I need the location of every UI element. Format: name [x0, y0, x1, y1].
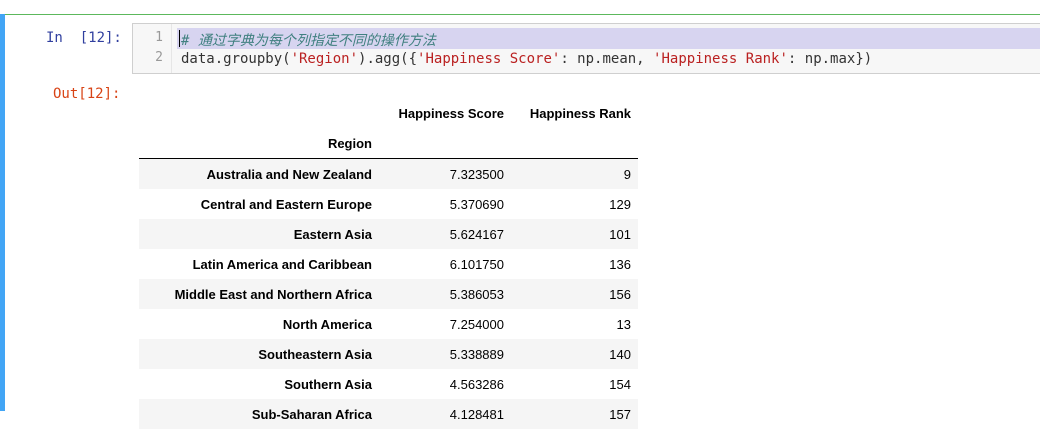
- table-row: Middle East and Northern Africa 5.386053…: [139, 279, 638, 309]
- line-number-gutter: 1 2: [133, 24, 172, 73]
- happiness-score-cell: 7.323500: [449, 166, 504, 182]
- code-text: data.groupby(: [181, 51, 291, 67]
- table-row: North America 7.254000 13: [139, 309, 638, 339]
- code-text: : np.max}): [787, 51, 873, 67]
- happiness-score-cell: 5.386053: [449, 286, 504, 302]
- code-text: ).agg({: [358, 51, 418, 67]
- text-cursor: [179, 30, 180, 47]
- happiness-score-cell: 4.128481: [449, 406, 504, 422]
- table-row: Southern Asia 4.563286 154: [139, 369, 638, 399]
- happiness-rank-cell: 129: [609, 196, 631, 212]
- happiness-rank-cell: 136: [609, 256, 631, 272]
- row-index: Central and Eastern Europe: [200, 196, 372, 212]
- row-index: Australia and New Zealand: [206, 166, 372, 182]
- row-index: Latin America and Caribbean: [192, 256, 372, 272]
- row-index: Southeastern Asia: [258, 346, 372, 362]
- table-row: Southeastern Asia 5.338889 140: [139, 339, 638, 369]
- table-row: Sub-Saharan Africa 4.128481 157: [139, 399, 638, 429]
- row-index: Southern Asia: [284, 376, 372, 392]
- happiness-rank-cell: 140: [609, 346, 631, 362]
- row-index: Sub-Saharan Africa: [251, 406, 372, 422]
- happiness-score-cell: 7.254000: [449, 316, 504, 332]
- header-blank: [139, 98, 379, 128]
- table-row: Central and Eastern Europe 5.370690 129: [139, 189, 638, 219]
- happiness-score-cell: 4.563286: [449, 376, 504, 392]
- code-string: 'Happiness Score': [417, 51, 561, 67]
- column-header-happiness-rank: Happiness Rank: [529, 105, 631, 121]
- happiness-score-cell: 5.624167: [449, 226, 504, 242]
- happiness-rank-cell: 101: [609, 226, 631, 242]
- row-index: Middle East and Northern Africa: [174, 286, 372, 302]
- code-string: 'Happiness Rank': [653, 51, 788, 67]
- code-string: 'Region': [290, 51, 359, 67]
- happiness-rank-cell: 157: [609, 406, 631, 422]
- table-row: Eastern Asia 5.624167 101: [139, 219, 638, 249]
- output-prompt: Out[12]:: [53, 86, 121, 102]
- column-header-happiness-score: Happiness Score: [398, 105, 505, 121]
- code-line[interactable]: data.groupby('Region').agg({'Happiness S…: [181, 51, 872, 67]
- happiness-rank-cell: 154: [609, 376, 631, 392]
- dataframe-output: Happiness Score Happiness Rank Region Au…: [139, 98, 638, 429]
- line-number: 2: [155, 50, 163, 65]
- row-index: North America: [282, 316, 372, 332]
- happiness-score-cell: 6.101750: [449, 256, 504, 272]
- happiness-rank-cell: 9: [623, 166, 631, 182]
- row-index: Eastern Asia: [293, 226, 372, 242]
- header-blank: [379, 128, 511, 159]
- code-editor[interactable]: 1 2 # 通过字典为每个列指定不同的操作方法 data.groupby('Re…: [132, 23, 1040, 74]
- happiness-score-cell: 5.370690: [449, 196, 504, 212]
- cell-selected-indicator: [0, 14, 5, 411]
- input-prompt: In [12]:: [46, 30, 122, 46]
- header-blank: [511, 128, 638, 159]
- code-comment-line[interactable]: # 通过字典为每个列指定不同的操作方法: [181, 30, 436, 50]
- line-number: 1: [155, 30, 163, 45]
- happiness-rank-cell: 13: [616, 316, 631, 332]
- table-row: Australia and New Zealand 7.323500 9: [139, 158, 638, 189]
- code-text: : np.mean,: [560, 51, 654, 67]
- happiness-rank-cell: 156: [609, 286, 631, 302]
- index-name-header: Region: [139, 128, 379, 159]
- happiness-score-cell: 5.338889: [449, 346, 504, 362]
- table-row: Latin America and Caribbean 6.101750 136: [139, 249, 638, 279]
